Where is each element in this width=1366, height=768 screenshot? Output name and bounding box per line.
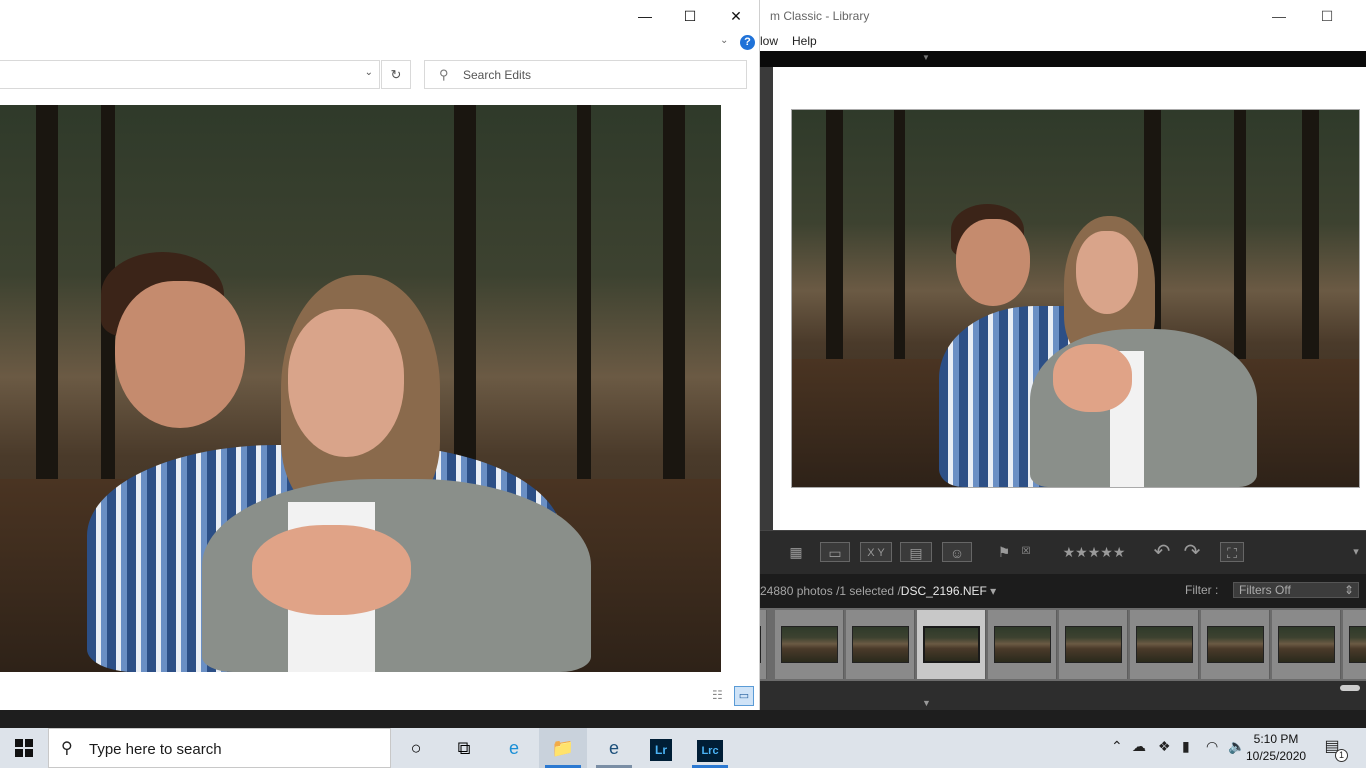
details-view-icon[interactable]: ☷ (712, 688, 723, 702)
lightroom-icon[interactable]: Lr (637, 728, 685, 768)
desktop-strip (0, 710, 1366, 728)
filter-select-arrows-icon: ⇕ (1343, 583, 1354, 597)
lightroom-loupe-view (773, 67, 1366, 530)
network-icon[interactable]: ◠ (1206, 738, 1218, 755)
lightroom-title-bar: m Classic - Library — ☐ (760, 0, 1366, 32)
top-panel-toggle-icon[interactable]: ▼ (922, 54, 932, 62)
ribbon-expand-chevron-icon[interactable]: ⌄ (720, 35, 728, 46)
preview-view-icon[interactable]: ▭ (734, 686, 754, 706)
onedrive-cloud-icon[interactable]: ☁ (1132, 738, 1146, 755)
crop-icon[interactable]: ⛶ (1220, 542, 1244, 562)
address-dropdown-icon[interactable]: ⌄ (365, 67, 373, 78)
filmstrip-thumbnail[interactable] (1272, 610, 1341, 679)
file-explorer-icon[interactable]: 📁 (539, 728, 587, 768)
notification-count-badge: 1 (1335, 749, 1348, 762)
clock-time: 5:10 PM (1253, 732, 1299, 746)
edge-label: e (508, 738, 519, 758)
volume-icon[interactable]: 🔈 (1228, 738, 1245, 755)
cortana-icon[interactable]: ○ (392, 728, 440, 768)
search-icon: ⚲ (61, 740, 73, 757)
address-bar[interactable]: ⌄ (0, 60, 380, 89)
tray-chevron-icon[interactable]: ⌃ (1111, 738, 1123, 755)
refresh-button[interactable]: ↻ (381, 60, 411, 89)
lightroom-window-title: m Classic - Library (770, 9, 870, 23)
filmstrip-header: 24880 photos /1 selected /DSC_2196.NEF ▾… (760, 574, 1366, 608)
filmstrip-thumbnail[interactable] (775, 610, 844, 679)
lightroom-bottom-bar: ▼ (760, 681, 1366, 710)
filter-label: Filter : (1185, 583, 1219, 597)
photo-couple-image (792, 110, 1359, 487)
file-explorer-label: 📁 (551, 738, 575, 758)
photos-close-button[interactable]: ✕ (713, 4, 759, 28)
rotate-right-icon[interactable]: ↷ (1180, 542, 1204, 562)
lightroom-left-panel-edge (760, 67, 773, 530)
filter-select-value: Filters Off (1239, 583, 1291, 597)
filmstrip-info: 24880 photos /1 selected /DSC_2196.NEF ▾ (760, 584, 996, 598)
taskbar-search-placeholder: Type here to search (89, 741, 222, 758)
dropbox-icon[interactable]: ❖ (1158, 738, 1171, 755)
battery-icon[interactable]: ▮ (1182, 738, 1190, 755)
filmstrip (698, 608, 1366, 681)
filter-select[interactable]: Filters Off ⇕ (1233, 582, 1359, 598)
photos-app-window: — ☐ ✕ ⌄ ? ⌄ ↻ ⚲ ☷ ▭ (0, 0, 760, 710)
edge-icon[interactable]: e (490, 728, 538, 768)
survey-view-icon[interactable]: ▤ (900, 542, 932, 562)
filmstrip-thumbnail-selected[interactable] (917, 610, 986, 679)
menu-window[interactable]: low (760, 34, 778, 48)
photos-maximize-button[interactable]: ☐ (667, 4, 713, 28)
people-view-icon[interactable]: ☺ (942, 542, 972, 562)
filename-dropdown-icon[interactable]: ▾ (990, 584, 996, 598)
lightroom-menu-bar: low Help (760, 32, 1366, 51)
photos-ribbon-bar: ⌄ ? (0, 32, 760, 52)
taskbar: ⚲ Type here to search ○ ⧉ e 📁 e Lr Lrc ⌃… (0, 728, 1366, 768)
clock-date: 10/25/2020 (1246, 749, 1307, 763)
compare-view-icon[interactable]: X Y (860, 542, 892, 562)
bottom-panel-toggle-icon[interactable]: ▼ (922, 698, 931, 708)
loupe-view-icon[interactable]: ▭ (820, 542, 850, 562)
filmstrip-thumbnail[interactable] (1059, 610, 1128, 679)
search-box[interactable]: ⚲ (424, 60, 747, 89)
lightroom-maximize-button[interactable]: ☐ (1304, 4, 1350, 28)
windows-start-icon[interactable] (0, 728, 48, 768)
filmstrip-thumbnail[interactable] (988, 610, 1057, 679)
photo-count-text: 24880 photos /1 selected / (760, 584, 901, 598)
photos-label: e (608, 738, 619, 758)
filmstrip-thumbnail[interactable] (1130, 610, 1199, 679)
lightroom-main-photo (791, 109, 1360, 488)
grid-view-icon[interactable]: ▦ (782, 542, 810, 562)
filmstrip-scrollbar[interactable] (1340, 685, 1360, 691)
taskbar-clock[interactable]: 5:10 PM 10/25/2020 (1246, 731, 1306, 765)
rating-stars[interactable]: ★★★★★ (1050, 542, 1138, 562)
photos-status-bar: ☷ ▭ (0, 684, 760, 710)
rotate-left-icon[interactable]: ↶ (1150, 542, 1174, 562)
search-icon: ⚲ (439, 67, 449, 82)
filmstrip-thumbnail[interactable] (846, 610, 915, 679)
lightroom-classic-icon[interactable]: Lrc (686, 728, 734, 768)
lightroom-classic-label: Lrc (697, 740, 723, 762)
toolbar-menu-chevron-icon[interactable]: ▾ (1348, 542, 1364, 562)
notification-center-icon[interactable]: ▤ 1 (1320, 736, 1348, 762)
reject-flag-icon[interactable]: ☒ (1018, 542, 1034, 562)
lightroom-toolbar: ▦ ▭ X Y ▤ ☺ ⚑ ☒ ★★★★★ ↶ ↷ ⛶ ▾ (760, 530, 1366, 574)
photos-preview-image (0, 105, 721, 672)
task-view-icon[interactable]: ⧉ (440, 728, 488, 768)
flag-icon[interactable]: ⚑ (996, 542, 1012, 562)
lightroom-top-panel-bar: ▼ (760, 51, 1366, 67)
search-input[interactable] (463, 66, 733, 84)
filmstrip-thumbnail[interactable] (1343, 610, 1366, 679)
photo-couple-image-large (0, 105, 721, 672)
menu-help[interactable]: Help (792, 34, 817, 48)
taskbar-search-box[interactable]: ⚲ Type here to search (48, 728, 391, 768)
filmstrip-thumbnail[interactable] (1201, 610, 1270, 679)
photos-minimize-button[interactable]: — (622, 4, 668, 28)
lightroom-minimize-button[interactable]: — (1256, 4, 1302, 28)
photos-icon[interactable]: e (590, 728, 638, 768)
help-icon[interactable]: ? (740, 35, 755, 50)
lightroom-label: Lr (650, 739, 672, 761)
selected-filename[interactable]: DSC_2196.NEF (901, 584, 987, 598)
photos-title-bar: — ☐ ✕ (0, 0, 760, 32)
